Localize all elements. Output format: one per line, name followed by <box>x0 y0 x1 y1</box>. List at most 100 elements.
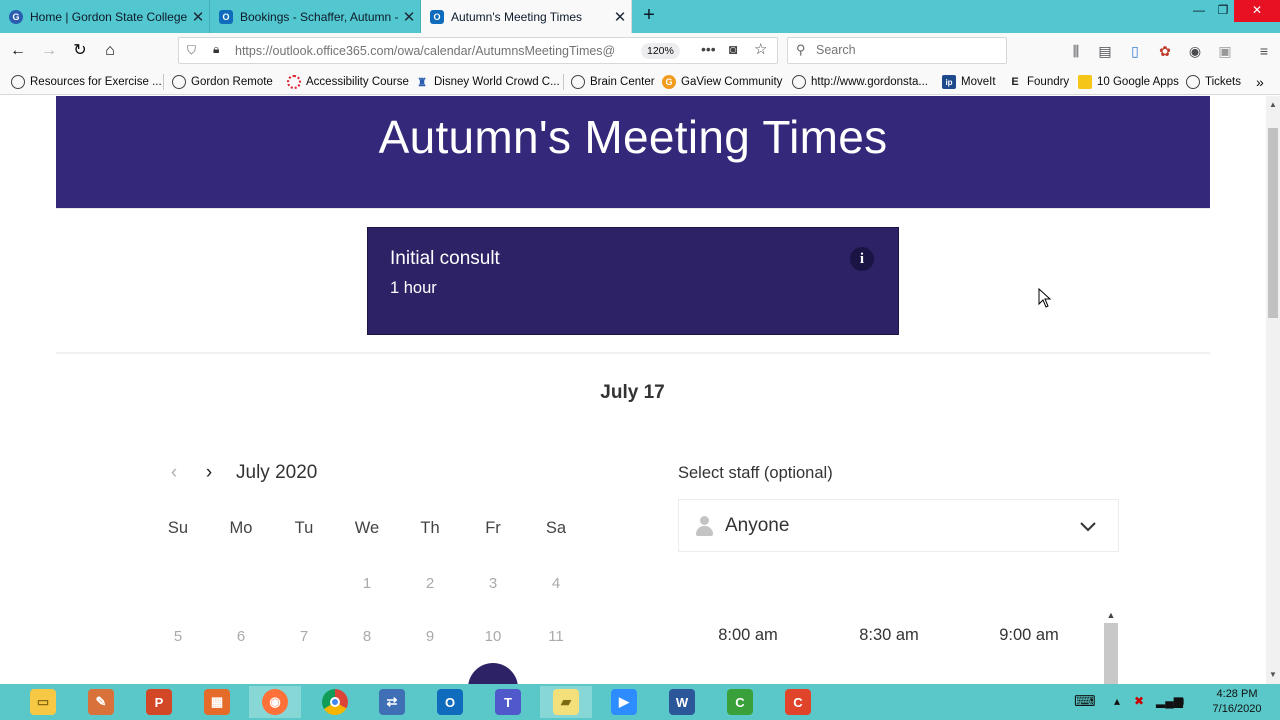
tab-label: Bookings - Schaffer, Autumn - <box>240 9 398 24</box>
time-list-scrollbar[interactable] <box>1104 623 1118 684</box>
reader-icon[interactable]: ▯ <box>1125 41 1145 61</box>
tab-bookings[interactable]: O Bookings - Schaffer, Autumn - ✕ <box>210 0 421 33</box>
teams-icon[interactable]: T <box>482 686 534 718</box>
account-icon[interactable]: ◉ <box>1185 41 1205 61</box>
tab-gordon-home[interactable]: G Home | Gordon State College ✕ <box>0 0 210 33</box>
close-icon[interactable]: ✕ <box>609 8 631 26</box>
bookmark-gordon-remote[interactable]: Gordon Remote <box>172 73 273 91</box>
reload-icon[interactable]: ↻ <box>68 39 92 63</box>
bookmark-star-icon[interactable]: ☆ <box>754 40 767 58</box>
zoom-level[interactable]: 120% <box>641 43 680 59</box>
selected-day-marker[interactable] <box>468 663 518 684</box>
bookmark-brain-center[interactable]: Brain Center <box>571 73 655 91</box>
scroll-up-arrow-icon[interactable]: ▲ <box>1103 608 1119 622</box>
time-slot[interactable]: 8:00 am <box>688 626 808 645</box>
tray-expand-icon[interactable]: ▴ <box>1114 694 1120 708</box>
mouse-cursor-icon <box>1038 288 1052 308</box>
bookmark-gaview[interactable]: G GaView Community <box>662 73 782 91</box>
store-icon[interactable]: ▦ <box>191 686 243 718</box>
volume-icon[interactable]: 🔈︎ <box>1180 694 1187 709</box>
outlook-icon: O <box>430 10 444 24</box>
calendar-day: 7 <box>299 628 309 645</box>
zoom-app-icon[interactable]: ▶ <box>598 686 650 718</box>
new-tab-icon[interactable]: + <box>638 5 660 27</box>
calendar-day: 11 <box>548 628 564 645</box>
staff-label: Select staff (optional) <box>678 464 833 482</box>
bookmark-resources[interactable]: Resources for Exercise ... <box>11 73 162 91</box>
library-icon[interactable]: ⫼ <box>1066 41 1086 61</box>
sticky-notes-icon[interactable]: ▰ <box>540 686 592 718</box>
time-slot[interactable]: 8:30 am <box>829 626 949 645</box>
clock-time: 4:28 PM <box>1216 688 1258 700</box>
search-input[interactable] <box>816 43 996 57</box>
scroll-up-arrow-icon[interactable]: ▲ <box>1266 100 1280 112</box>
scroll-down-arrow-icon[interactable]: ▼ <box>1266 670 1280 682</box>
moveit-icon: ip <box>942 75 956 89</box>
url-text[interactable]: https://outlook.office365.com/owa/calend… <box>235 44 627 58</box>
weekday-header: Tu <box>294 519 314 537</box>
camtasia-icon[interactable]: C <box>714 686 766 718</box>
info-icon[interactable]: i <box>850 247 874 271</box>
system-clock[interactable]: 4:28 PM 7/16/2020 <box>1202 687 1272 717</box>
bookmark-tickets[interactable]: Tickets <box>1186 73 1241 91</box>
powerpoint-icon[interactable]: P <box>133 686 185 718</box>
search-bar[interactable]: ⚲ <box>787 37 1007 64</box>
calendar-day: 4 <box>551 575 561 592</box>
bookmark-label: Brain Center <box>590 76 655 88</box>
back-arrow-icon[interactable]: ← <box>6 39 30 63</box>
addon-icon[interactable]: ▣ <box>1215 41 1235 61</box>
tab-label: Home | Gordon State College <box>30 9 187 24</box>
bookmark-label: GaView Community <box>681 76 783 88</box>
time-slot[interactable]: 9:00 am <box>969 626 1089 645</box>
bookmark-label: http://www.gordonsta... <box>811 76 928 88</box>
calendar-month: July 2020 <box>236 462 318 483</box>
close-icon[interactable]: ✕ <box>398 8 420 26</box>
scrollbar-thumb[interactable] <box>1268 128 1278 318</box>
bookmark-google-apps[interactable]: 10 Google Apps <box>1078 73 1179 91</box>
bookmark-moveit[interactable]: ip MoveIt <box>942 73 996 91</box>
shield-icon[interactable]: ⛉ <box>187 43 196 58</box>
chrome-icon[interactable] <box>309 686 361 718</box>
chevron-down-icon[interactable] <box>1079 514 1097 538</box>
tab-meeting-times[interactable]: O Autumn's Meeting Times ✕ <box>421 0 632 34</box>
sidebar-icon[interactable]: ▤ <box>1095 41 1115 61</box>
forward-arrow-icon[interactable]: → <box>37 39 61 63</box>
pocket-icon[interactable]: ◙ <box>729 41 737 57</box>
lock-icon[interactable]: 🔒︎ <box>213 42 219 57</box>
bookmarks-overflow-icon[interactable]: » <box>1256 73 1264 91</box>
close-icon[interactable]: ✕ <box>187 8 209 26</box>
network-icon[interactable]: ⇄ <box>366 686 418 718</box>
bookmark-label: Gordon Remote <box>191 76 273 88</box>
tool-icon[interactable]: ✎ <box>75 686 127 718</box>
service-card[interactable]: Initial consult 1 hour i <box>367 227 899 335</box>
globe-icon <box>571 75 585 89</box>
security-icon[interactable]: ✖ <box>1134 694 1144 708</box>
weekday-header: Sa <box>545 519 567 537</box>
camtasia-recorder-icon[interactable]: C <box>772 686 824 718</box>
keyboard-icon[interactable]: ⌨ <box>1074 692 1096 710</box>
bookmark-disney[interactable]: ♜ Disney World Crowd C... <box>415 73 560 91</box>
bookmark-foundry[interactable]: E Foundry <box>1008 73 1069 91</box>
gordon-icon: G <box>9 9 23 24</box>
window-close-icon[interactable]: ✕ <box>1234 0 1280 22</box>
firefox-icon[interactable]: ◉ <box>249 686 301 718</box>
chevron-right-icon[interactable]: › <box>200 461 218 485</box>
bookmark-gordonstate[interactable]: http://www.gordonsta... <box>792 73 928 91</box>
wifi-icon[interactable]: ▂▄▆ <box>1156 694 1183 708</box>
file-explorer-icon[interactable]: ▭ <box>17 686 69 718</box>
outlook-app-icon[interactable]: O <box>424 686 476 718</box>
url-bar[interactable]: ⛉ 🔒︎ https://outlook.office365.com/owa/c… <box>178 37 778 64</box>
staff-dropdown[interactable]: Anyone <box>678 499 1119 552</box>
bookmark-accessibility[interactable]: Accessibility Course <box>287 73 409 91</box>
word-icon[interactable]: W <box>656 686 708 718</box>
search-icon: ⚲ <box>796 42 806 57</box>
staff-value: Anyone <box>725 515 790 536</box>
home-icon[interactable]: ⌂ <box>98 39 122 63</box>
selected-date: July 17 <box>600 382 665 403</box>
chevron-left-icon[interactable]: ‹ <box>165 461 183 485</box>
menu-icon[interactable]: ≡ <box>1254 41 1274 61</box>
globe-icon <box>792 75 806 89</box>
weekday-header: Su <box>167 519 189 537</box>
more-actions-icon[interactable]: ••• <box>701 41 716 57</box>
extension-icon[interactable]: ✿ <box>1155 41 1175 61</box>
